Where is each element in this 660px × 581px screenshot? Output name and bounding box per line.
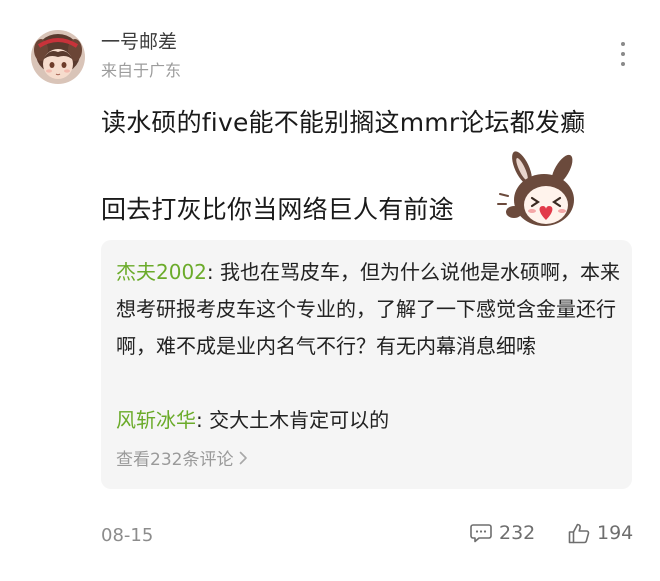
comment-item[interactable]: 杰夫2002: 我也在骂皮车，但为什么说他是水硕啊，本来想考研报考皮车这个专业的… [116, 254, 621, 365]
thumbs-up-icon [568, 523, 590, 543]
comment-author[interactable]: 风斩冰华 [116, 408, 196, 432]
comment-separator: : [206, 260, 221, 284]
comment-text: 交大土木肯定可以的 [209, 408, 390, 432]
comment-icon [470, 524, 492, 543]
author-location: 来自于广东 [101, 61, 182, 80]
post-text-line-1: 读水硕的five能不能别搁这mmr论坛都发癫 [101, 108, 586, 137]
comment-count: 232 [499, 522, 536, 544]
avatar[interactable] [31, 30, 85, 84]
comments-preview[interactable]: 杰夫2002: 我也在骂皮车，但为什么说他是水硕啊，本来想考研报考皮车这个专业的… [101, 240, 632, 489]
chevron-right-icon [240, 451, 248, 464]
avatar-image [31, 30, 85, 84]
comment-separator: : [196, 408, 210, 432]
like-count: 194 [597, 522, 634, 544]
like-button[interactable]: 194 [568, 522, 633, 544]
more-vertical-icon [621, 42, 625, 46]
author-name[interactable]: 一号邮差 [101, 27, 177, 54]
more-options-button[interactable] [614, 40, 632, 68]
comment-author[interactable]: 杰夫2002 [116, 260, 207, 284]
view-all-comments-link[interactable]: 查看232条评论 [116, 445, 248, 470]
post-card: 一号邮差 来自于广东 读水硕的five能不能别搁这mmr论坛都发癫 回去打灰比你… [0, 0, 660, 581]
post-text-line-2: 回去打灰比你当网络巨人有前途 [101, 195, 454, 224]
post-date: 08-15 [101, 525, 154, 546]
view-all-label: 查看232条评论 [116, 450, 234, 470]
comment-item[interactable]: 风斩冰华: 交大土木肯定可以的 [116, 402, 621, 439]
bunny-sticker-icon [497, 151, 574, 226]
comment-button[interactable]: 232 [470, 522, 535, 544]
